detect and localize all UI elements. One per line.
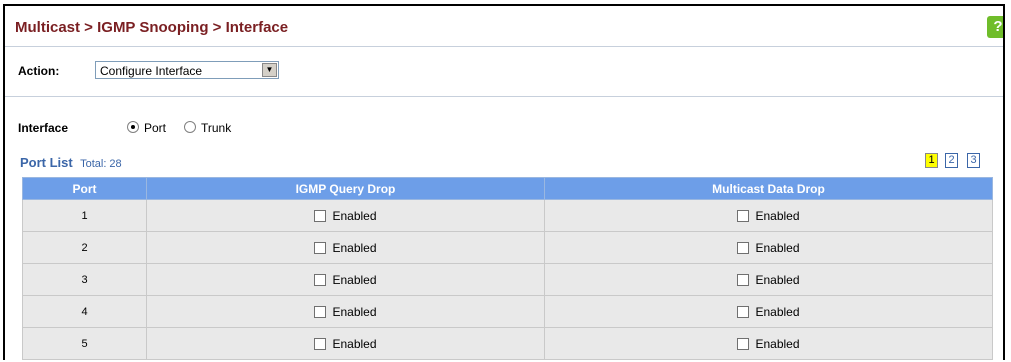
data-drop-cell: Enabled [544, 327, 993, 360]
data-drop-label: Enabled [755, 208, 800, 223]
column-header-port: Port [22, 177, 147, 200]
query-drop-cell: Enabled [146, 199, 545, 232]
data-drop-checkbox[interactable] [737, 241, 750, 254]
query-drop-checkbox[interactable] [314, 337, 327, 350]
query-drop-cell: Enabled [146, 295, 545, 328]
content-frame: Multicast > IGMP Snooping > Interface ? … [3, 4, 1005, 360]
port-cell: 2 [22, 231, 147, 264]
action-select[interactable]: Configure Interface ▼ [95, 61, 279, 79]
data-drop-cell: Enabled [544, 263, 993, 296]
interface-label: Interface [18, 121, 69, 135]
radio-port-label[interactable]: Port [144, 121, 166, 135]
data-drop-checkbox[interactable] [737, 273, 750, 286]
data-drop-checkbox[interactable] [737, 305, 750, 318]
table-row: 4 Enabled Enabled [22, 295, 993, 328]
radio-trunk[interactable] [184, 121, 196, 133]
page-1-link[interactable]: 1 [925, 153, 938, 168]
page-3-link[interactable]: 3 [967, 153, 980, 168]
port-list-header: Port List Total: 28 [20, 155, 122, 170]
divider [5, 96, 1003, 97]
query-drop-checkbox[interactable] [314, 209, 327, 222]
query-drop-checkbox[interactable] [314, 273, 327, 286]
query-drop-label: Enabled [332, 272, 377, 287]
query-drop-checkbox[interactable] [314, 241, 327, 254]
data-drop-cell: Enabled [544, 199, 993, 232]
query-drop-label: Enabled [332, 208, 377, 223]
query-drop-label: Enabled [332, 304, 377, 319]
chevron-down-icon[interactable]: ▼ [262, 63, 277, 77]
table-row: 1 Enabled Enabled [22, 199, 993, 232]
query-drop-cell: Enabled [146, 263, 545, 296]
query-drop-cell: Enabled [146, 327, 545, 360]
action-select-value: Configure Interface [100, 64, 203, 78]
data-drop-label: Enabled [755, 272, 800, 287]
port-list-title: Port List [20, 155, 73, 170]
data-drop-checkbox[interactable] [737, 209, 750, 222]
port-cell: 5 [22, 327, 147, 360]
help-icon[interactable]: ? [987, 16, 1003, 38]
data-drop-cell: Enabled [544, 295, 993, 328]
title-bar: Multicast > IGMP Snooping > Interface ? [5, 6, 1003, 47]
table-header-row: Port IGMP Query Drop Multicast Data Drop [22, 177, 993, 200]
radio-port[interactable] [127, 121, 139, 133]
page-2-link[interactable]: 2 [945, 153, 958, 168]
radio-trunk-label[interactable]: Trunk [201, 121, 231, 135]
port-cell: 1 [22, 199, 147, 232]
data-drop-cell: Enabled [544, 231, 993, 264]
query-drop-label: Enabled [332, 240, 377, 255]
column-header-multicast-data-drop: Multicast Data Drop [544, 177, 993, 200]
query-drop-cell: Enabled [146, 231, 545, 264]
table-row: 3 Enabled Enabled [22, 263, 993, 296]
data-drop-checkbox[interactable] [737, 337, 750, 350]
port-cell: 4 [22, 295, 147, 328]
data-drop-label: Enabled [755, 240, 800, 255]
table-row: 5 Enabled Enabled [22, 327, 993, 360]
port-table: Port IGMP Query Drop Multicast Data Drop… [22, 177, 993, 360]
page-title: Multicast > IGMP Snooping > Interface [15, 19, 289, 36]
query-drop-label: Enabled [332, 336, 377, 351]
table-row: 2 Enabled Enabled [22, 231, 993, 264]
data-drop-label: Enabled [755, 336, 800, 351]
action-label: Action: [18, 64, 60, 78]
data-drop-label: Enabled [755, 304, 800, 319]
port-cell: 3 [22, 263, 147, 296]
port-list-total: Total: 28 [80, 158, 122, 170]
column-header-igmp-query-drop: IGMP Query Drop [146, 177, 545, 200]
query-drop-checkbox[interactable] [314, 305, 327, 318]
